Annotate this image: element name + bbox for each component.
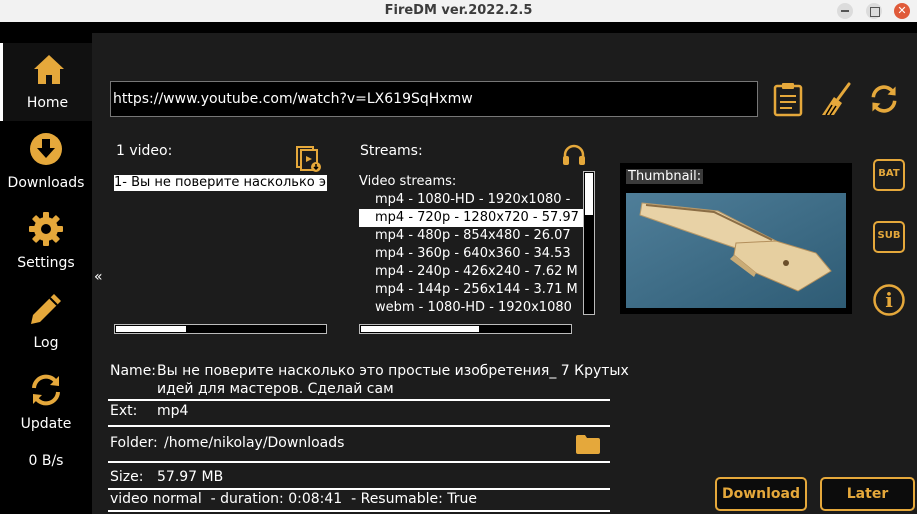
name-value-line1: Вы не поверите насколько это простые изо… xyxy=(157,363,629,379)
scrollbar-thumb[interactable] xyxy=(116,326,186,332)
stream-item[interactable]: mp4 - 144p - 256x144 - 3.71 M xyxy=(359,281,584,299)
refresh-icon[interactable] xyxy=(868,81,900,117)
summary-text: video normal - duration: 0:08:41 - Resum… xyxy=(110,491,477,507)
size-label: Size: xyxy=(110,469,144,485)
sidebar-item-label: Log xyxy=(33,335,59,351)
divider xyxy=(108,461,610,463)
sidebar-item-label: Update xyxy=(20,416,72,432)
playlist-download-icon[interactable] xyxy=(296,145,322,173)
divider xyxy=(108,510,610,512)
download-speed: 0 B/s xyxy=(28,453,64,469)
url-input[interactable] xyxy=(111,82,757,116)
url-field-container xyxy=(110,81,758,117)
download-button[interactable]: Download xyxy=(715,477,807,511)
sidebar-item-log[interactable]: Log xyxy=(0,283,92,361)
minimize-button[interactable] xyxy=(837,3,853,19)
size-value: 57.97 MB xyxy=(157,469,224,485)
scrollbar-thumb[interactable] xyxy=(585,173,593,215)
sidebar-item-home[interactable]: Home xyxy=(0,43,92,121)
folder-value: /home/nikolay/Downloads xyxy=(164,435,345,451)
name-label: Name: xyxy=(110,363,157,379)
sidebar-item-downloads[interactable]: Downloads xyxy=(0,123,92,201)
sidebar-item-label: Downloads xyxy=(7,175,85,191)
streams-group-header: Video streams: xyxy=(359,174,457,189)
thumbnail-image xyxy=(626,193,846,308)
ext-value: mp4 xyxy=(157,403,189,419)
name-value-line2: идей для мастеров. Сделай сам xyxy=(157,381,394,397)
gear-icon xyxy=(29,212,63,246)
streams-label: Streams: xyxy=(360,143,423,159)
streams-vertical-scrollbar[interactable] xyxy=(583,171,595,315)
stream-item[interactable]: mp4 - 1080-HD - 1920x1080 - xyxy=(359,191,584,209)
main-panel: « 1 video: 1- Вы не поверите насколько э… xyxy=(92,33,917,514)
broom-icon[interactable] xyxy=(820,81,852,117)
pencil-icon xyxy=(31,294,61,324)
ext-label: Ext: xyxy=(110,403,138,419)
later-button[interactable]: Later xyxy=(820,477,915,511)
title-bar: FireDM ver.2022.2.5 ✕ xyxy=(0,0,917,22)
refresh-icon xyxy=(32,374,60,406)
streams-list[interactable]: Video streams: mp4 - 1080-HD - 1920x1080… xyxy=(359,173,584,313)
bat-button[interactable]: BAT xyxy=(873,159,905,191)
thumbnail-label: Thumbnail: xyxy=(626,169,704,184)
stream-item[interactable]: mp4 - 240p - 426x240 - 7.62 M xyxy=(359,263,584,281)
divider xyxy=(108,488,610,490)
collapse-sidebar-button[interactable]: « xyxy=(94,269,103,285)
folder-label: Folder: xyxy=(110,435,158,451)
window-title: FireDM ver.2022.2.5 xyxy=(384,3,533,18)
stream-item-selected[interactable]: mp4 - 720p - 1280x720 - 57.97 xyxy=(359,209,584,227)
stream-item[interactable]: webm - 1080-HD - 1920x1080 xyxy=(359,299,584,313)
headphones-icon[interactable] xyxy=(562,144,586,166)
scrollbar-thumb[interactable] xyxy=(361,326,479,332)
streams-horizontal-scrollbar[interactable] xyxy=(359,324,572,334)
divider xyxy=(108,399,610,401)
clipboard-icon[interactable] xyxy=(772,81,804,117)
divider xyxy=(108,425,610,427)
maximize-button[interactable] xyxy=(866,3,882,19)
stream-item[interactable]: mp4 - 360p - 640x360 - 34.53 xyxy=(359,245,584,263)
home-icon xyxy=(34,55,64,84)
close-icon: ✕ xyxy=(897,4,907,17)
subtitles-button[interactable]: SUB xyxy=(873,221,905,253)
bat-label: BAT xyxy=(878,168,900,179)
playlist-count-label: 1 video: xyxy=(116,143,173,159)
sidebar: Home Downloads Settings Log Update 0 B/s xyxy=(0,22,92,514)
sidebar-item-update[interactable]: Update xyxy=(0,364,92,442)
thumbnail-panel: Thumbnail: xyxy=(620,163,852,314)
info-button[interactable]: i xyxy=(873,284,905,316)
playlist-horizontal-scrollbar[interactable] xyxy=(114,324,327,334)
download-icon xyxy=(30,133,62,165)
folder-icon[interactable] xyxy=(575,433,601,455)
sidebar-item-label: Settings xyxy=(17,255,75,271)
playlist-item[interactable]: 1- Вы не поверите насколько э xyxy=(114,175,327,191)
sidebar-item-label: Home xyxy=(26,95,69,111)
info-glyph: i xyxy=(885,288,893,312)
sub-label: SUB xyxy=(877,230,901,241)
close-button[interactable]: ✕ xyxy=(894,3,910,19)
stream-item[interactable]: mp4 - 480p - 854x480 - 26.07 xyxy=(359,227,584,245)
sidebar-item-settings[interactable]: Settings xyxy=(0,203,92,281)
